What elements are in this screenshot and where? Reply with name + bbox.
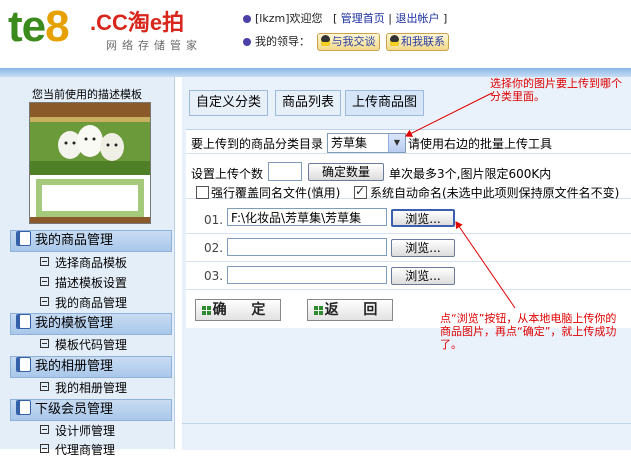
annotation-arrows [405,92,516,309]
arrow-to-category [405,92,493,137]
arrow-to-browse [455,221,516,309]
